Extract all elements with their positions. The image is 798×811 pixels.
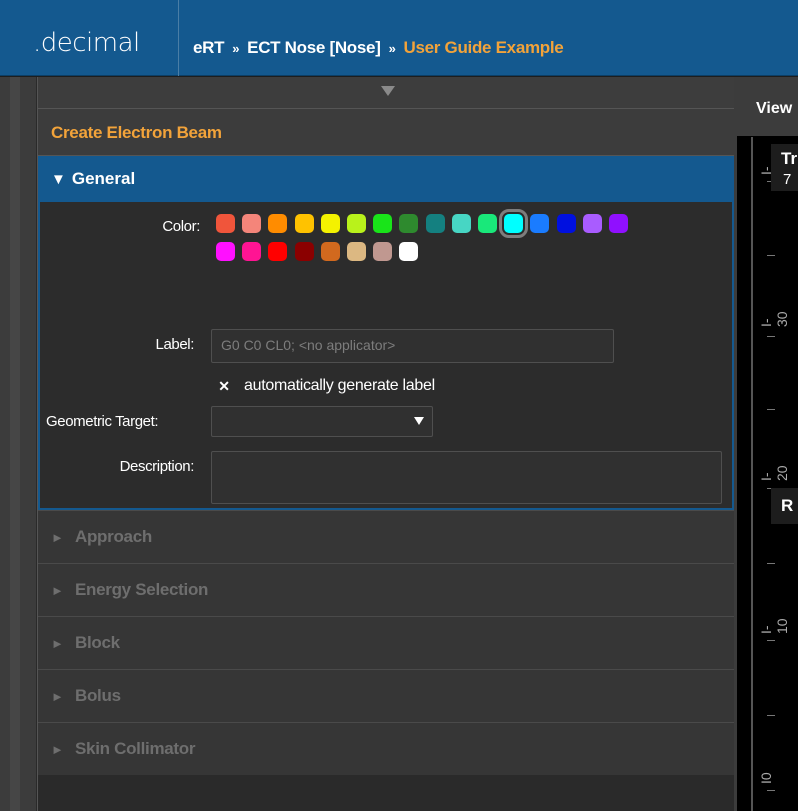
triangle-right-icon: ►: [51, 636, 64, 651]
color-swatch[interactable]: [399, 214, 419, 233]
color-swatch[interactable]: [216, 214, 235, 233]
label-field-label: Label:: [155, 336, 195, 353]
description-label: Description:: [119, 458, 195, 475]
breadcrumb: eRT » ECT Nose [Nose] » User Guide Examp…: [193, 38, 564, 58]
view-overlay-value: 7: [783, 171, 792, 188]
ruler-label: I-30: [758, 311, 790, 327]
section-label-skin-collimator: Skin Collimator: [75, 739, 196, 758]
triangle-right-icon: ►: [51, 583, 64, 598]
section-block[interactable]: ► Block: [38, 616, 734, 669]
color-label: Color:: [162, 218, 200, 235]
geometric-target-label: Geometric Target:: [46, 413, 159, 430]
app-logo[interactable]: .decimal: [0, 0, 179, 76]
color-swatch[interactable]: [242, 214, 262, 233]
geometric-target-select[interactable]: [211, 406, 433, 437]
top-bar: .decimal eRT » ECT Nose [Nose] » User Gu…: [0, 0, 798, 76]
breadcrumb-item-ert[interactable]: eRT: [193, 38, 225, 58]
breadcrumb-separator: »: [388, 40, 396, 56]
checkbox-x-icon: ✕: [218, 378, 230, 394]
color-swatch[interactable]: [478, 214, 497, 233]
section-bolus[interactable]: ► Bolus: [38, 669, 734, 722]
color-swatch[interactable]: [320, 242, 340, 261]
view-header-label: View: [756, 100, 793, 117]
color-swatch[interactable]: [294, 214, 314, 233]
app-logo-text: .decimal: [33, 28, 140, 58]
color-swatch[interactable]: [530, 214, 550, 233]
panel-title: Create Electron Beam: [38, 109, 734, 156]
color-swatch[interactable]: [373, 214, 393, 233]
color-swatch[interactable]: [556, 214, 576, 233]
breadcrumb-item-course[interactable]: ECT Nose [Nose]: [247, 38, 381, 58]
chevron-down-icon: [414, 417, 424, 425]
color-swatch[interactable]: [425, 214, 445, 233]
color-swatch[interactable]: [320, 214, 340, 233]
label-input[interactable]: G0 C0 CL0; <no applicator>: [211, 329, 614, 363]
triangle-down-icon: ▼: [51, 171, 66, 188]
color-swatch[interactable]: [347, 214, 366, 233]
breadcrumb-item-current: User Guide Example: [403, 38, 564, 57]
color-swatch[interactable]: [373, 242, 393, 261]
section-label-block: Block: [75, 633, 120, 652]
color-swatch[interactable]: [499, 209, 529, 238]
ruler-label: I0: [758, 772, 774, 784]
color-swatch[interactable]: [294, 242, 314, 261]
view-pane[interactable]: View I-40 I-30 I-20 I-10 I0 Tr 7 R: [734, 77, 798, 811]
color-swatch[interactable]: [216, 242, 235, 261]
triangle-right-icon: ►: [51, 742, 64, 757]
triangle-right-icon: ►: [51, 689, 64, 704]
section-approach[interactable]: ► Approach: [38, 510, 734, 563]
view-overlay-orientation: R: [771, 488, 798, 524]
section-label-approach: Approach: [75, 527, 152, 546]
view-overlay-title: Tr: [781, 149, 798, 168]
section-skin-collimator[interactable]: ► Skin Collimator: [38, 722, 734, 775]
color-swatch[interactable]: [268, 214, 288, 233]
create-beam-panel: Create Electron Beam ▼ General Color: Lab…: [37, 77, 734, 811]
breadcrumb-separator: »: [232, 40, 240, 56]
description-textarea[interactable]: [211, 451, 722, 504]
ruler: I-40 I-30 I-20 I-10 I0: [751, 137, 790, 811]
color-swatch[interactable]: [347, 242, 366, 261]
left-sidebar-strip: [0, 77, 37, 811]
view-header: View: [737, 77, 798, 136]
ruler-label: I-20: [758, 465, 790, 481]
color-swatch[interactable]: [399, 242, 419, 261]
color-swatch[interactable]: [451, 214, 471, 233]
auto-label-text: automatically generate label: [244, 377, 435, 394]
auto-label-checkbox[interactable]: ✕ automatically generate label: [216, 377, 435, 395]
collapse-arrow-icon[interactable]: [381, 86, 395, 96]
label-input-placeholder: G0 C0 CL0; <no applicator>: [221, 337, 396, 353]
view-overlay-orientation-label: R: [781, 496, 794, 515]
color-swatch[interactable]: [242, 242, 262, 261]
color-swatch[interactable]: [582, 214, 602, 233]
general-section-body: Color: Label: G0 C0 CL0; <no applicator>…: [38, 202, 734, 510]
section-label-bolus: Bolus: [75, 686, 121, 705]
section-header-general[interactable]: ▼ General: [38, 156, 734, 202]
section-label-general: General: [71, 169, 136, 188]
ruler-label: I-10: [758, 618, 790, 634]
section-energy-selection[interactable]: ► Energy Selection: [38, 563, 734, 616]
view-overlay-top: Tr 7: [771, 144, 798, 191]
panel-collapse-bar[interactable]: [38, 77, 734, 109]
color-swatch[interactable]: [268, 242, 288, 261]
section-label-energy-selection: Energy Selection: [75, 580, 209, 599]
triangle-right-icon: ►: [51, 530, 64, 545]
color-swatch[interactable]: [609, 214, 628, 233]
